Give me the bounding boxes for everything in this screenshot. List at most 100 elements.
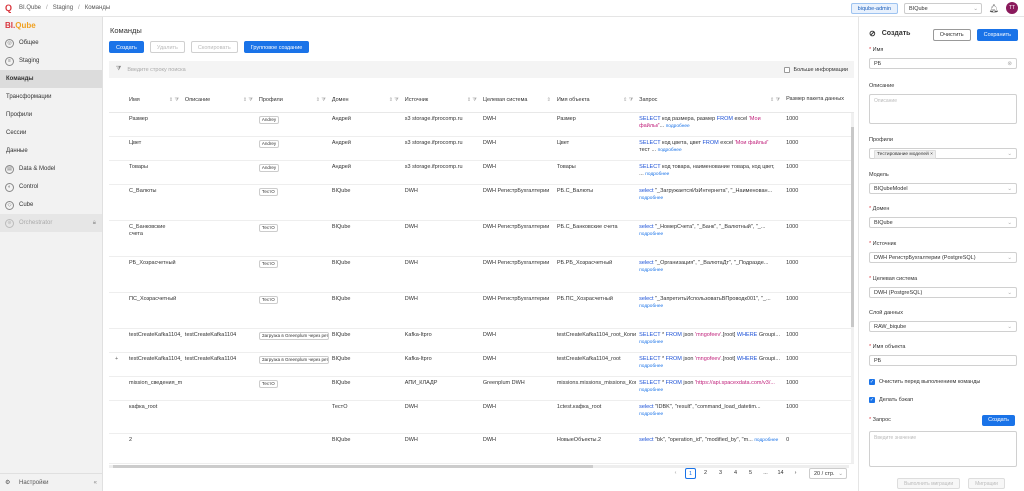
search-input[interactable]: Введите строку поиска	[127, 67, 185, 73]
page-button[interactable]: 5	[745, 468, 756, 479]
more-details-link[interactable]: подробнее	[639, 232, 663, 237]
filter-icon[interactable]: ⧩	[116, 66, 121, 73]
sort-filter-icon[interactable]: ⇕ ⧩	[623, 97, 633, 103]
sidebar-item-general[interactable]: ◎ Общее	[0, 34, 102, 52]
page-button[interactable]: 1	[685, 468, 696, 479]
profile-tag[interactable]: ТестО	[258, 379, 278, 388]
user-chip[interactable]: biqube-admin	[850, 2, 898, 14]
column-header[interactable]: Домен ⇕ ⧩	[328, 88, 402, 113]
clear-button[interactable]: Очистить	[932, 29, 971, 41]
breadcrumb-item[interactable]: BI.Qube	[19, 5, 41, 11]
profile-tag[interactable]: Загрузка в Greenplum через ретранслятор	[258, 331, 329, 340]
table-row[interactable]: 2 BIQube DWH DWH НовыеОбъекты.2 select "bk", …	[109, 433, 854, 464]
profile-tag[interactable]: Andrey	[258, 139, 280, 148]
page-size-select[interactable]: 20 / стр. ⌄	[809, 468, 847, 479]
delete-button[interactable]: Удалить	[149, 41, 185, 53]
more-info-toggle[interactable]: Больше информации	[784, 66, 848, 73]
profile-tag[interactable]: ТестО	[258, 295, 278, 304]
more-details-link[interactable]: подробнее	[639, 268, 663, 273]
query-create-button[interactable]: Создать	[982, 415, 1015, 426]
layer-select[interactable]: RAW_biqube ⌄	[869, 321, 1017, 332]
hide-eye-icon[interactable]: ⊘	[869, 29, 876, 38]
migrations-button[interactable]: Миграции	[968, 478, 1005, 489]
sort-filter-icon[interactable]: ⇕ ⧩	[389, 97, 399, 103]
page-button[interactable]: 3	[715, 468, 726, 479]
object-name-field[interactable]: РБ	[869, 355, 1017, 366]
clear-input-icon[interactable]: ⊗	[1007, 59, 1012, 69]
sort-filter-icon[interactable]: ⇕ ⧩	[243, 97, 253, 103]
sidebar-item-profiles[interactable]: Профили	[0, 106, 102, 124]
model-select[interactable]: BIQubeModel ⌄	[869, 183, 1017, 194]
checkbox-checked-icon[interactable]: ✓	[869, 397, 875, 403]
more-details-link[interactable]: подробнее	[645, 172, 669, 177]
save-button[interactable]: Сохранить	[976, 29, 1018, 41]
more-details-link[interactable]: подробнее	[658, 148, 682, 153]
page-button[interactable]: 2	[700, 468, 711, 479]
column-header[interactable]: Имя объекта ⇕ ⧩	[553, 88, 637, 113]
sort-filter-icon[interactable]: ⇕ ⧩	[467, 97, 477, 103]
table-row[interactable]: С_Валюты ТестО BIQube DWH DWH РегистрБухгалт…	[109, 184, 854, 221]
expand-row-icon[interactable]: +	[115, 356, 118, 364]
profile-tag[interactable]: Andrey	[258, 163, 280, 172]
breadcrumb-item[interactable]: Staging	[53, 5, 73, 11]
page-button[interactable]: 14	[775, 468, 786, 479]
more-details-link[interactable]: подробнее	[666, 124, 690, 129]
run-migrations-button[interactable]: Выполнить миграции	[897, 478, 961, 489]
next-page-icon[interactable]: ›	[790, 468, 801, 479]
page-button[interactable]: 4	[730, 468, 741, 479]
column-header[interactable]: Запрос ⇕ ⧩	[636, 88, 784, 113]
sort-filter-icon[interactable]: ⇕ ⧩	[169, 97, 179, 103]
sidebar-item-sessions[interactable]: Сессии	[0, 124, 102, 142]
table-row[interactable]: Цвет Andrey Андрей s3 storage.ifprocomp.ru D…	[109, 136, 854, 161]
workspace-select[interactable]: BIQube ⌄	[904, 2, 982, 14]
column-header[interactable]: Имя ⇕ ⧩	[109, 88, 182, 113]
table-row[interactable]: +testCreateKafka1104_roottestCreateKafka…	[109, 352, 854, 377]
sidebar-item-commands[interactable]: Команды	[0, 70, 102, 88]
sidebar-item-data-model[interactable]: ▤ Data & Model	[0, 160, 102, 178]
more-info-checkbox[interactable]	[784, 66, 791, 73]
table-row[interactable]: testCreateKafka1104_root_КопияtestCreate…	[109, 328, 854, 353]
query-field[interactable]: Введите значение	[869, 431, 1017, 467]
bell-icon[interactable]: 🔔︎	[988, 4, 1000, 13]
sort-filter-icon[interactable]: ⇕	[547, 97, 551, 103]
collapse-sidebar-icon[interactable]: «	[94, 480, 97, 486]
more-details-link[interactable]: подробнее	[639, 364, 663, 369]
sidebar-item-control[interactable]: ◐ Control	[0, 178, 102, 196]
vertical-scrollbar-thumb[interactable]	[851, 127, 854, 327]
table-row[interactable]: Размер Andrey Андрей s3 storage.ifprocomp.r…	[109, 112, 854, 137]
more-details-link[interactable]: подробнее	[639, 388, 663, 393]
domain-select[interactable]: BIQube ⌄	[869, 217, 1017, 228]
table-row[interactable]: ПС_Хозрасчетный ТестО BIQube DWH DWH Регистр…	[109, 292, 854, 329]
sidebar-item-transformations[interactable]: Трансформации	[0, 88, 102, 106]
source-select[interactable]: DWH РегистрБухгалтерии (PostgreSQL) ⌄	[869, 252, 1017, 263]
prev-page-icon[interactable]: ‹	[670, 468, 681, 479]
profile-tag[interactable]: Загрузка в Greenplum через ретранслятор	[258, 355, 329, 364]
description-field[interactable]: Описание	[869, 94, 1017, 124]
name-field[interactable]: РБ ⊗	[869, 58, 1017, 69]
column-header[interactable]: Описание ⇕ ⧩	[181, 88, 256, 113]
table-row[interactable]: РБ_Хозрасчетный ТестО BIQube DWH DWH Регистр…	[109, 256, 854, 293]
more-details-link[interactable]: подробнее	[639, 304, 663, 309]
more-details-link[interactable]: подробнее	[639, 196, 663, 201]
clean-before-run-checkbox[interactable]: ✓ Очистить перед выполнением команды	[869, 379, 980, 385]
profile-tag[interactable]: Тестирование моделей ×	[874, 150, 936, 159]
settings-link[interactable]: ⚙ Настройки «	[0, 473, 103, 491]
table-row[interactable]: С_Банковские счета ТестО BIQube DWH DWH Реги…	[109, 220, 854, 257]
sidebar-item-staging[interactable]: ≡ Staging	[0, 52, 102, 70]
more-details-link[interactable]: подробнее	[639, 340, 663, 345]
target-select[interactable]: DWH (PostgreSQL) ⌄	[869, 287, 1017, 298]
profiles-select[interactable]: Тестирование моделей × ⌄	[869, 148, 1017, 159]
sidebar-item-data[interactable]: Данные	[0, 142, 102, 160]
profile-tag[interactable]: Andrey	[258, 115, 280, 124]
profile-tag[interactable]: ТестО	[258, 259, 278, 268]
create-button[interactable]: Создать	[109, 41, 144, 53]
sort-filter-icon[interactable]: ⇕ ⧩	[770, 97, 780, 103]
avatar[interactable]: TT	[1006, 2, 1018, 14]
table-row[interactable]: кафка_root ТестО DWH DWH 1ctest.кафка_root se…	[109, 400, 854, 434]
sidebar-item-cube[interactable]: ◇ Cube	[0, 196, 102, 214]
sort-filter-icon[interactable]: ⇕ ⧩	[316, 97, 326, 103]
profile-tag[interactable]: ТестО	[258, 187, 278, 196]
column-header[interactable]: Профили ⇕ ⧩	[255, 88, 329, 113]
more-details-link[interactable]: подробнее	[754, 438, 778, 443]
more-details-link[interactable]: подробнее	[639, 412, 663, 417]
